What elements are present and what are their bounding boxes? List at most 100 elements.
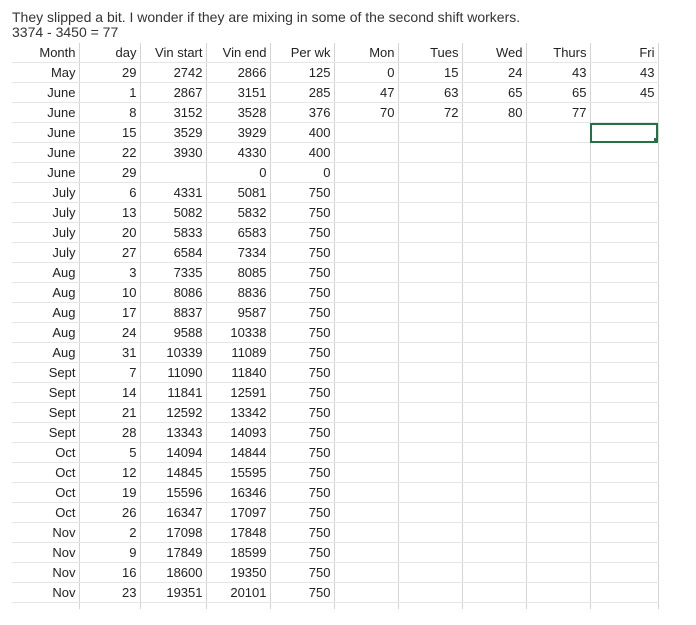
cell-mon[interactable] [334,302,399,323]
cell-wed[interactable] [462,282,527,303]
cell-vin-start[interactable]: 17098 [140,522,207,543]
cell-vin-start[interactable]: 13343 [140,422,207,443]
cell-mon[interactable] [334,502,399,523]
column-header-month[interactable]: Month [12,43,80,63]
cell-month[interactable]: May [12,62,80,83]
cell-tues[interactable] [398,142,463,163]
cell-tues[interactable] [398,582,463,603]
cell-day[interactable]: 16 [79,562,141,583]
cell-tues[interactable] [398,602,463,609]
cell-wed[interactable] [462,122,527,143]
cell-thurs[interactable] [526,602,591,609]
cell-tues[interactable] [398,302,463,323]
cell-month[interactable]: Oct [12,442,80,463]
selected-cell[interactable] [590,122,659,143]
cell-vin-start[interactable]: 3529 [140,122,207,143]
cell-day[interactable]: 28 [79,422,141,443]
cell-wed[interactable] [462,562,527,583]
cell-tues[interactable] [398,282,463,303]
cell-vin-end[interactable]: 17097 [206,502,271,523]
cell-mon[interactable] [334,482,399,503]
cell-thurs[interactable] [526,402,591,423]
cell-mon[interactable] [334,462,399,483]
cell-fri[interactable] [590,582,659,603]
cell-fri[interactable] [590,222,659,243]
cell-month[interactable]: Nov [12,562,80,583]
cell-wed[interactable] [462,322,527,343]
cell-day[interactable]: 6 [79,182,141,203]
cell-per-wk[interactable]: 750 [270,402,335,423]
cell-month[interactable]: Aug [12,282,80,303]
column-header-per-wk[interactable]: Per wk [270,43,335,63]
cell-month[interactable] [12,602,80,609]
cell-fri[interactable] [590,422,659,443]
cell-vin-end[interactable]: 16346 [206,482,271,503]
cell-wed[interactable] [462,502,527,523]
cell-fri[interactable] [590,342,659,363]
cell-vin-start[interactable]: 16347 [140,502,207,523]
cell-wed[interactable] [462,162,527,183]
cell-mon[interactable]: 47 [334,82,399,103]
cell-fri[interactable] [590,202,659,223]
cell-mon[interactable] [334,442,399,463]
cell-vin-start[interactable]: 11090 [140,362,207,383]
cell-wed[interactable] [462,382,527,403]
cell-vin-end[interactable]: 11089 [206,342,271,363]
cell-per-wk[interactable]: 750 [270,382,335,403]
cell-tues[interactable]: 63 [398,82,463,103]
cell-thurs[interactable] [526,202,591,223]
cell-vin-end[interactable]: 0 [206,162,271,183]
cell-thurs[interactable] [526,182,591,203]
cell-day[interactable]: 17 [79,302,141,323]
cell-tues[interactable] [398,402,463,423]
cell-per-wk[interactable]: 400 [270,122,335,143]
cell-vin-end[interactable]: 5832 [206,202,271,223]
cell-mon[interactable] [334,162,399,183]
cell-per-wk[interactable]: 750 [270,282,335,303]
cell-mon[interactable] [334,602,399,609]
cell-thurs[interactable] [526,442,591,463]
cell-vin-end[interactable]: 5081 [206,182,271,203]
cell-fri[interactable] [590,282,659,303]
cell-tues[interactable] [398,342,463,363]
cell-vin-start[interactable]: 8837 [140,302,207,323]
cell-thurs[interactable] [526,302,591,323]
cell-fri[interactable] [590,462,659,483]
cell-mon[interactable] [334,522,399,543]
cell-per-wk[interactable]: 750 [270,522,335,543]
column-header-mon[interactable]: Mon [334,43,399,63]
cell-month[interactable]: Nov [12,582,80,603]
cell-fri[interactable] [590,402,659,423]
cell-mon[interactable] [334,142,399,163]
cell-day[interactable]: 31 [79,342,141,363]
cell-vin-end[interactable]: 15595 [206,462,271,483]
cell-per-wk[interactable]: 750 [270,202,335,223]
cell-fri[interactable] [590,502,659,523]
cell-vin-end[interactable]: 13342 [206,402,271,423]
cell-thurs[interactable] [526,222,591,243]
cell-wed[interactable] [462,602,527,609]
cell-day[interactable]: 22 [79,142,141,163]
cell-day[interactable] [79,602,141,609]
cell-fri[interactable] [590,182,659,203]
cell-vin-start[interactable]: 6584 [140,242,207,263]
cell-tues[interactable] [398,522,463,543]
cell-month[interactable]: July [12,242,80,263]
cell-wed[interactable] [462,482,527,503]
cell-tues[interactable] [398,182,463,203]
cell-vin-start[interactable] [140,162,207,183]
cell-vin-end[interactable]: 3929 [206,122,271,143]
cell-mon[interactable] [334,182,399,203]
column-header-day[interactable]: day [79,43,141,63]
cell-mon[interactable]: 0 [334,62,399,83]
cell-vin-start[interactable]: 14094 [140,442,207,463]
cell-per-wk[interactable]: 750 [270,222,335,243]
cell-tues[interactable] [398,162,463,183]
cell-tues[interactable] [398,542,463,563]
cell-wed[interactable] [462,362,527,383]
cell-thurs[interactable] [526,522,591,543]
cell-wed[interactable] [462,182,527,203]
cell-day[interactable]: 1 [79,82,141,103]
cell-month[interactable]: Sept [12,402,80,423]
cell-month[interactable]: Sept [12,382,80,403]
